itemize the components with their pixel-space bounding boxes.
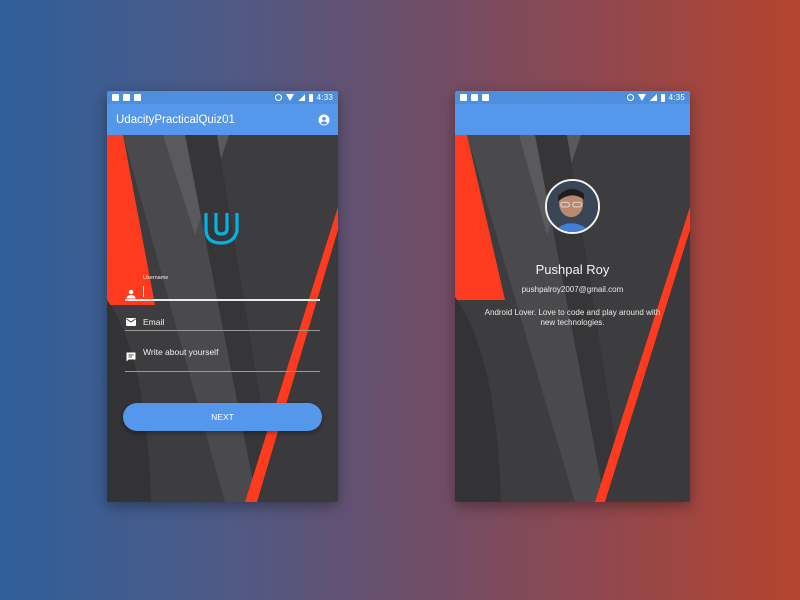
vibrate-icon [274, 94, 282, 101]
email-field[interactable]: Email [125, 313, 320, 331]
profile-screen: 4:35 Pushpal Roy pushpalroy2007@gmail.co… [455, 91, 690, 502]
username-label: Username [143, 275, 169, 281]
signal-icon [297, 94, 305, 101]
facebook-icon [460, 94, 467, 101]
username-underline [125, 299, 320, 301]
next-button[interactable]: NEXT [123, 403, 322, 431]
about-underline [125, 371, 320, 372]
username-field[interactable]: Username [125, 275, 320, 301]
app-bar: UdacityPracticalQuiz01 [107, 104, 338, 135]
profile-bio: Android Lover. Love to code and play aro… [484, 308, 661, 327]
facebook-icon [112, 94, 119, 101]
email-underline [125, 330, 320, 331]
profile-email: pushpalroy2007@gmail.com [521, 285, 624, 294]
status-bar: 4:33 [107, 91, 338, 104]
account-circle-icon[interactable] [318, 114, 330, 126]
photos-icon [123, 94, 130, 101]
app-bar [455, 104, 690, 135]
notification-n-icon [134, 94, 141, 101]
app-title: UdacityPracticalQuiz01 [116, 113, 235, 126]
profile-name: Pushpal Roy [535, 262, 610, 277]
profile-avatar [545, 179, 600, 234]
status-bar: 4:35 [455, 91, 690, 104]
battery-icon [660, 93, 665, 102]
login-screen: 4:33 UdacityPracticalQuiz01 Username Ema… [107, 91, 338, 502]
battery-icon [308, 93, 313, 102]
about-field[interactable]: Write about yourself [125, 345, 320, 372]
notification-n-icon [482, 94, 489, 101]
wifi-icon [285, 94, 294, 101]
status-time: 4:35 [668, 93, 685, 102]
signal-icon [649, 94, 657, 101]
email-input[interactable]: Email [143, 317, 164, 327]
text-cursor [143, 286, 144, 297]
status-time: 4:33 [316, 93, 333, 102]
vibrate-icon [626, 94, 634, 101]
photos-icon [471, 94, 478, 101]
about-input[interactable]: Write about yourself [143, 347, 218, 357]
mail-icon [125, 316, 137, 328]
wifi-icon [637, 94, 646, 101]
udacity-logo [199, 205, 245, 251]
chat-icon [125, 351, 137, 363]
